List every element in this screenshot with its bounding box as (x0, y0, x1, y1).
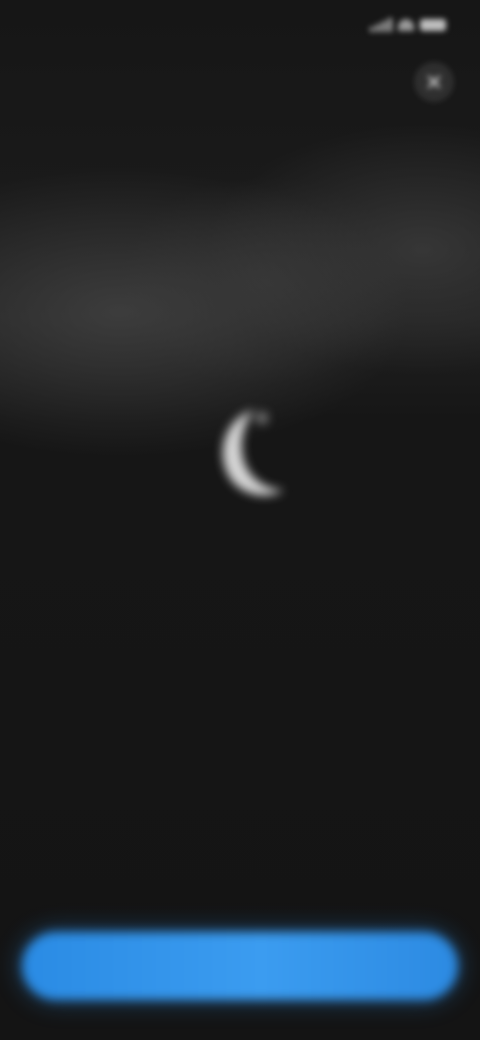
signal-icon (370, 18, 392, 32)
moon-icon (188, 392, 298, 512)
primary-button[interactable] (22, 932, 458, 1000)
status-bar (0, 0, 480, 56)
sleep-mode-screen (0, 0, 480, 1040)
close-icon (427, 75, 441, 89)
status-icons (370, 18, 446, 32)
wifi-icon (398, 19, 414, 31)
battery-icon (420, 19, 446, 31)
close-button[interactable] (414, 62, 454, 102)
